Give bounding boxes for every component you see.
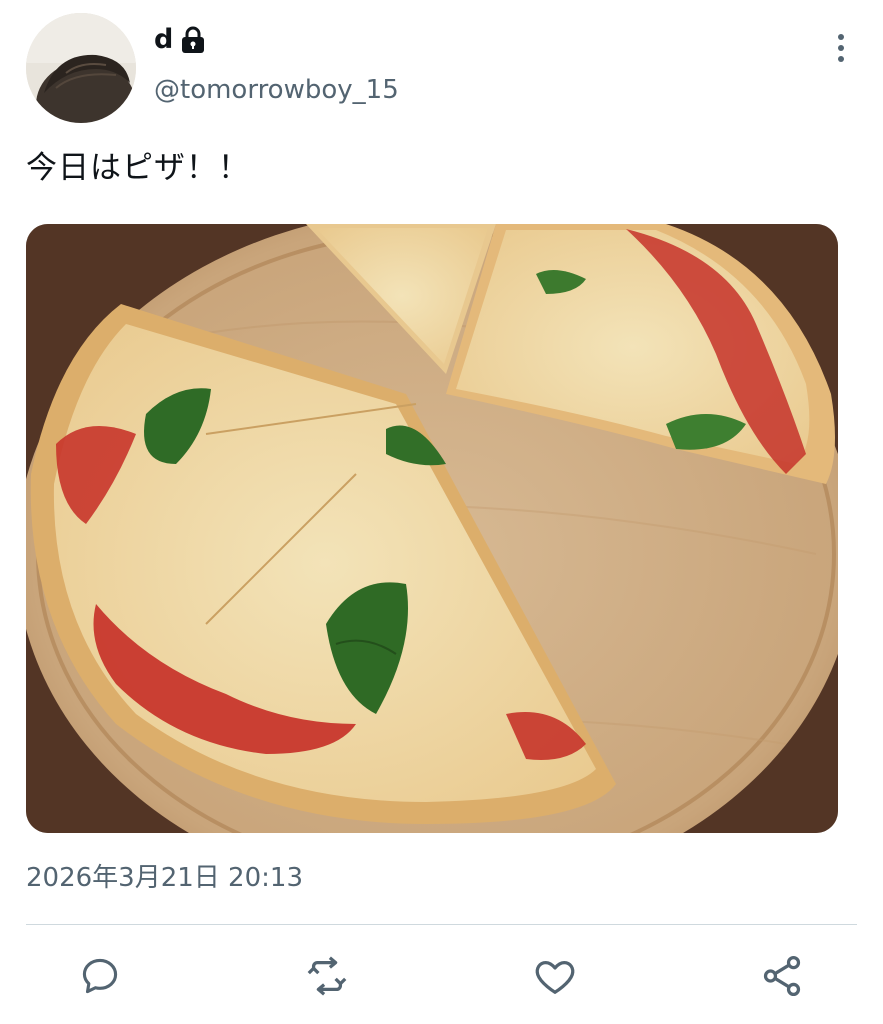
avatar[interactable] (26, 13, 136, 123)
display-name[interactable]: d (154, 22, 207, 58)
divider (26, 924, 857, 925)
reply-icon[interactable] (75, 951, 125, 1001)
like-icon[interactable] (530, 951, 580, 1001)
lock-icon (179, 25, 207, 55)
retweet-icon[interactable] (302, 951, 352, 1001)
user-handle[interactable]: @tomorrowboy_15 (154, 72, 399, 108)
tweet-text: 今日はピザ！！ (26, 150, 250, 186)
tweet-photo[interactable] (26, 224, 838, 833)
more-options-icon[interactable] (829, 30, 853, 66)
tweet-timestamp[interactable]: 2026年3月21日 20:13 (26, 860, 303, 896)
share-icon[interactable] (757, 951, 807, 1001)
display-name-text: d (154, 24, 174, 55)
